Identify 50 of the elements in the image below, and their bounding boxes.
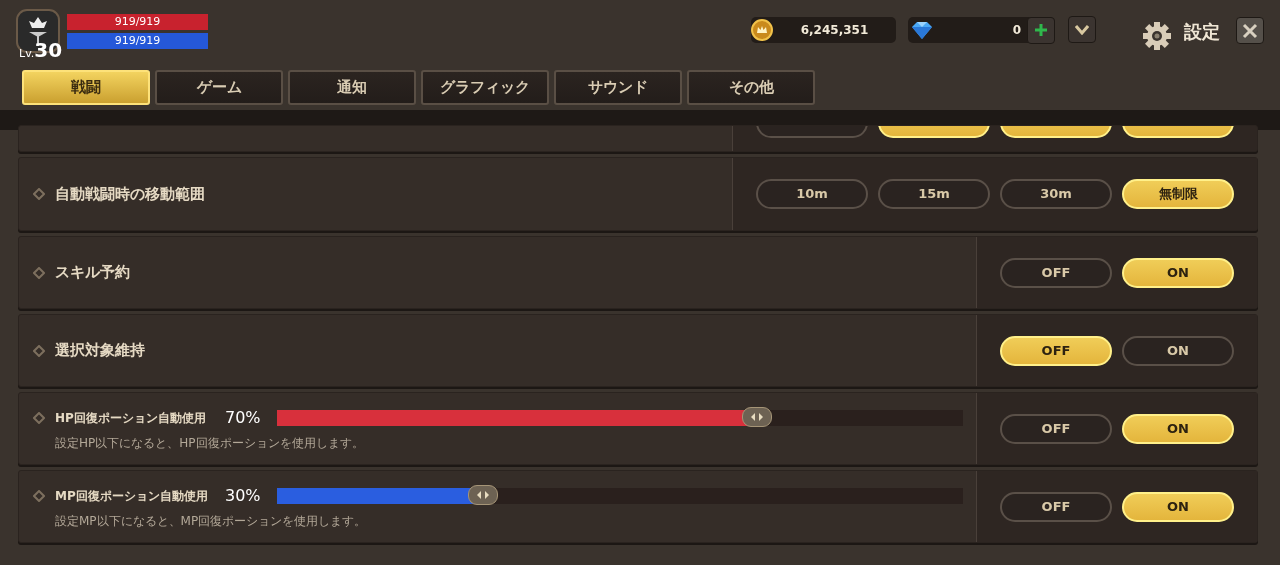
close-icon [1242, 22, 1258, 39]
setting-description: 設定MP以下になると、MP回復ポーションを使用します。 [55, 512, 367, 530]
settings-icon [1142, 21, 1172, 51]
option-button[interactable]: ON [1122, 335, 1234, 366]
chevron-down-icon [1075, 24, 1089, 35]
settings-tab[interactable]: グラフィック [421, 70, 549, 105]
option-button[interactable]: OFF [1000, 413, 1112, 444]
setting-label: MP回復ポーション自動使用 [55, 487, 209, 505]
percent-value: 30% [225, 484, 262, 507]
option-button[interactable]: 15m [878, 179, 990, 209]
close-button[interactable] [1236, 17, 1264, 44]
option-button[interactable]: ON [1122, 413, 1234, 444]
slider-thumb[interactable] [742, 406, 773, 427]
setting-label: 自動戦闘時の移動範囲 [55, 183, 205, 205]
diamond-bullet-icon [33, 188, 45, 200]
option-button[interactable]: 30m [1000, 179, 1112, 209]
setting-description: 設定HP以下になると、HP回復ポーションを使用します。 [55, 434, 364, 452]
setting-label: 選択対象維持 [55, 340, 145, 362]
option-button[interactable]: OFF [1000, 257, 1112, 288]
add-button[interactable] [1027, 16, 1055, 44]
option-button[interactable]: OFF [1000, 335, 1112, 366]
settings-tab[interactable]: サウンド [554, 70, 682, 105]
settings-tab[interactable]: ゲーム [155, 70, 283, 105]
gem-counter: 0 [908, 17, 1055, 43]
diamond-bullet-icon [33, 344, 45, 357]
percent-value: 70% [225, 406, 262, 429]
diamond-bullet-icon [33, 266, 45, 279]
diamond-bullet-icon [33, 411, 45, 424]
diamond-bullet-icon [33, 489, 45, 502]
settings-title: 設定 [1184, 20, 1220, 44]
coin-counter: 6,245,351 [751, 17, 896, 43]
arrows-icon [475, 489, 490, 500]
plus-icon [1034, 23, 1048, 37]
slider-thumb[interactable] [467, 484, 498, 505]
level-label: Lv.30 [19, 40, 63, 60]
option-button[interactable]: 10m [756, 179, 868, 209]
mp-bar: 919/919 [67, 33, 208, 49]
arrows-icon [750, 411, 765, 422]
settings-tab[interactable]: その他 [687, 70, 815, 105]
option-button[interactable]: ON [1122, 491, 1234, 522]
dropdown-button[interactable] [1068, 16, 1096, 43]
option-button[interactable]: ON [1122, 257, 1234, 288]
settings-tab[interactable]: 通知 [288, 70, 416, 105]
option-button[interactable]: OFF [1000, 491, 1112, 522]
option-button[interactable]: 無制限 [1122, 179, 1234, 209]
crown-coin-icon [751, 19, 773, 41]
hp-bar: 919/919 [67, 14, 208, 30]
setting-label: スキル予約 [55, 262, 130, 284]
settings-tab[interactable]: 戦闘 [22, 70, 150, 105]
setting-label: HP回復ポーション自動使用 [55, 409, 207, 427]
